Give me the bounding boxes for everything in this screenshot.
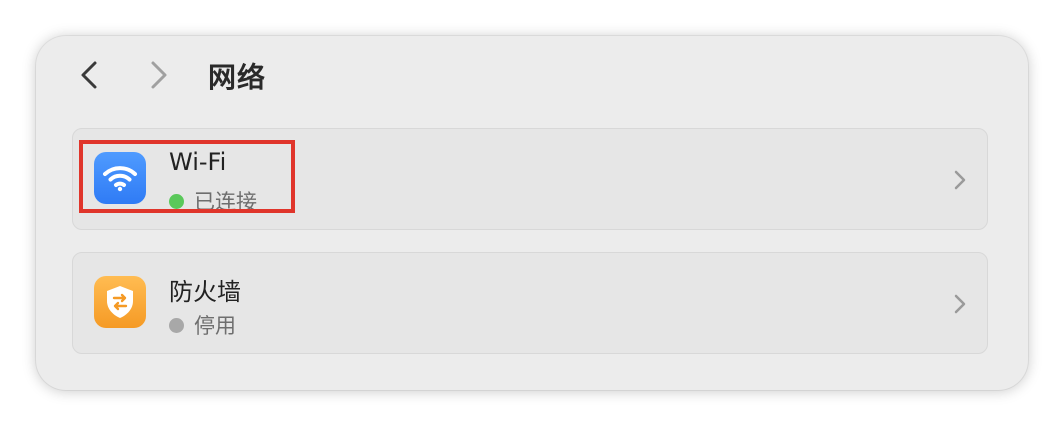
wifi-status: 已连接 xyxy=(169,186,257,216)
chevron-right-icon xyxy=(151,61,167,89)
wifi-icon xyxy=(94,152,146,204)
shield-arrows-icon xyxy=(94,276,146,328)
watermark: CSDN @... xyxy=(992,404,1054,418)
chevron-right-icon xyxy=(954,170,966,190)
back-button[interactable] xyxy=(74,60,104,90)
wifi-status-label: 已连接 xyxy=(194,190,257,214)
status-dot-disabled xyxy=(169,317,184,333)
network-settings-panel: 网络 Wi-Fi 已连接 防火墙 停用 xyxy=(36,36,1028,390)
firewall-status: 停用 xyxy=(169,310,236,340)
page-title: 网络 xyxy=(208,61,267,94)
firewall-row[interactable]: 防火墙 停用 xyxy=(72,252,988,354)
status-dot-connected xyxy=(169,193,184,209)
firewall-status-label: 停用 xyxy=(194,314,236,338)
chevron-right-icon xyxy=(954,294,966,314)
chevron-left-icon xyxy=(81,61,97,89)
forward-button[interactable] xyxy=(144,60,174,90)
firewall-title: 防火墙 xyxy=(169,278,241,306)
wifi-title: Wi-Fi xyxy=(169,148,227,176)
wifi-row[interactable]: Wi-Fi 已连接 xyxy=(72,128,988,230)
